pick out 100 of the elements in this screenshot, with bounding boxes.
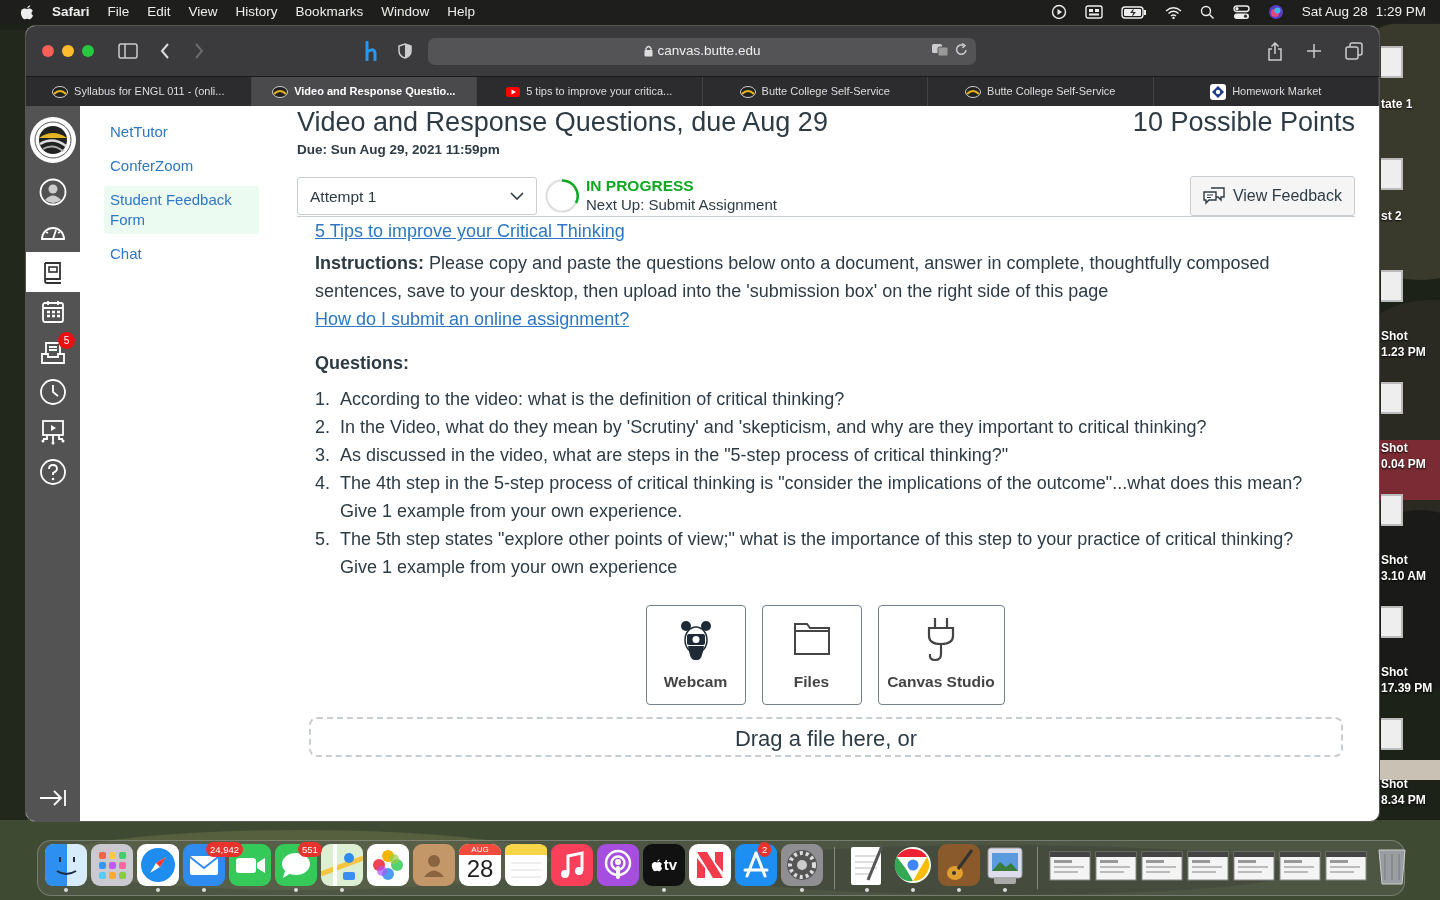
toggle-icon[interactable] bbox=[1232, 4, 1250, 20]
points-label: 10 Possible Points bbox=[1132, 106, 1355, 138]
video-link[interactable]: 5 Tips to improve your Critical Thinking bbox=[315, 217, 625, 246]
browser-tab[interactable]: 5 tips to improve your critica... bbox=[477, 77, 703, 106]
calendar-icon bbox=[39, 298, 67, 326]
help-icon bbox=[39, 458, 67, 486]
course-nav-link[interactable]: Student Feedback Form bbox=[104, 186, 259, 234]
compass-icon[interactable] bbox=[137, 844, 179, 886]
menu-item[interactable]: Window bbox=[381, 1, 430, 23]
file-thumbnail[interactable] bbox=[1381, 382, 1403, 414]
battery-icon[interactable] bbox=[1120, 5, 1147, 19]
music-note-icon[interactable] bbox=[551, 844, 593, 886]
file-label[interactable]: Shot 17.39 PM bbox=[1381, 664, 1433, 696]
file-label[interactable]: st 2 bbox=[1381, 208, 1402, 224]
apple-icon[interactable] bbox=[20, 4, 34, 20]
app-store-icon[interactable] bbox=[735, 844, 777, 886]
course-nav-link[interactable]: NetTutor bbox=[104, 118, 259, 146]
file-thumbnail[interactable] bbox=[1381, 46, 1403, 78]
zoom-button[interactable] bbox=[82, 45, 94, 57]
help-link[interactable]: How do I submit an online assignment? bbox=[315, 309, 630, 330]
translate-icon[interactable] bbox=[931, 42, 949, 57]
menu-item[interactable]: Bookmarks bbox=[295, 1, 364, 23]
upload-option-button[interactable]: Canvas Studio bbox=[877, 605, 1005, 706]
guitar-icon[interactable] bbox=[938, 844, 980, 886]
menu-item[interactable]: History bbox=[235, 1, 278, 23]
sunrise-icon bbox=[965, 85, 982, 98]
view-feedback-button[interactable]: View Feedback bbox=[1189, 176, 1355, 217]
course-nav-link[interactable]: Chat bbox=[104, 240, 259, 268]
browser-tab[interactable]: Butte College Self-Service bbox=[702, 77, 928, 106]
orb-icon[interactable] bbox=[1267, 4, 1284, 20]
notification-badge: 5 bbox=[58, 332, 75, 349]
attempt-dropdown[interactable]: Attempt 1 bbox=[297, 177, 537, 216]
photo-viewer-icon[interactable] bbox=[984, 844, 1026, 886]
file-thumbnail[interactable] bbox=[1381, 270, 1403, 302]
browser-tab[interactable]: Homework Market bbox=[1153, 77, 1379, 106]
due-date: Due: Sun Aug 29, 2021 11:59pm bbox=[297, 141, 501, 159]
podcast-icon[interactable] bbox=[597, 844, 639, 886]
address-bar[interactable]: canvas.butte.edu bbox=[428, 37, 976, 65]
map-icon[interactable] bbox=[321, 844, 363, 886]
back-button[interactable] bbox=[160, 43, 170, 59]
app-menu[interactable]: Safari bbox=[52, 1, 90, 23]
question-text: The 4th step in the 5-step process of critical thinking is "consider the implications of the outcome"...what does this mean? Give 1 example from your own experience. bbox=[340, 472, 1304, 524]
browser-tab[interactable]: Butte College Self-Service bbox=[928, 77, 1154, 106]
upload-option-button[interactable]: Webcam bbox=[645, 605, 746, 706]
apple-icon bbox=[650, 858, 663, 872]
file-thumbnail[interactable] bbox=[1381, 718, 1403, 750]
nav-item[interactable]: 5 bbox=[26, 332, 80, 372]
new-tab-icon[interactable] bbox=[1307, 44, 1321, 58]
share-icon[interactable] bbox=[1267, 41, 1283, 61]
display-icon[interactable] bbox=[1084, 5, 1103, 19]
ring-icon[interactable] bbox=[892, 844, 934, 886]
status-label: IN PROGRESS bbox=[586, 177, 695, 196]
chat-bubbles-icon bbox=[1202, 187, 1225, 206]
assignment-title: Video and Response Questions, due Aug 29 bbox=[297, 106, 828, 138]
dropzone[interactable]: Drag a file here, or bbox=[309, 717, 1343, 758]
search-icon[interactable] bbox=[1199, 4, 1215, 20]
flower-icon[interactable] bbox=[367, 844, 409, 886]
sidebar-icon[interactable] bbox=[118, 43, 138, 59]
college-seal-icon[interactable] bbox=[29, 116, 77, 164]
menu-bar-time[interactable]: 1:29 PM bbox=[1375, 1, 1426, 23]
account-icon bbox=[39, 178, 67, 206]
file-thumbnail[interactable] bbox=[1381, 494, 1403, 526]
calendar-app-icon[interactable]: AUG 28 bbox=[459, 844, 501, 886]
chevron-down-icon bbox=[510, 192, 524, 201]
gear-icon[interactable] bbox=[781, 844, 823, 886]
play-icon[interactable] bbox=[1050, 4, 1067, 20]
list-number: 4. bbox=[315, 472, 331, 496]
close-button[interactable] bbox=[42, 45, 54, 57]
file-label[interactable]: Shot 3.10 AM bbox=[1381, 552, 1426, 584]
tab-overview-icon[interactable] bbox=[1345, 42, 1363, 60]
presentation-icon bbox=[39, 418, 67, 446]
next-up-text: Next Up: Submit Assignment bbox=[586, 195, 777, 216]
menu-item[interactable]: File bbox=[107, 1, 130, 23]
notepad-icon[interactable] bbox=[505, 844, 547, 886]
collapse-icon[interactable] bbox=[39, 789, 67, 807]
menu-item[interactable]: View bbox=[188, 1, 218, 23]
face-icon[interactable] bbox=[45, 844, 87, 886]
reload-icon[interactable] bbox=[955, 42, 968, 57]
menu-item[interactable]: Help bbox=[447, 1, 475, 23]
browser-tab[interactable]: Video and Response Questio... bbox=[251, 77, 477, 106]
tv-app-icon[interactable]: tv bbox=[643, 844, 685, 886]
grid-icon[interactable] bbox=[91, 844, 133, 886]
shield-icon[interactable] bbox=[398, 43, 412, 59]
minimize-button[interactable] bbox=[62, 45, 74, 57]
dropzone-text: Drag a file here, or bbox=[734, 725, 918, 754]
browser-tab[interactable]: Syllabus for ENGL 011 - (onli... bbox=[26, 77, 252, 106]
course-nav-link[interactable]: ConferZoom bbox=[104, 152, 259, 180]
file-thumbnail[interactable] bbox=[1381, 158, 1403, 190]
news-icon[interactable] bbox=[689, 844, 731, 886]
file-label[interactable]: Shot 8.34 PM bbox=[1381, 776, 1426, 808]
wifi-icon[interactable] bbox=[1164, 5, 1182, 19]
upload-option-button[interactable]: Files bbox=[761, 605, 862, 706]
menu-item[interactable]: Edit bbox=[147, 1, 171, 23]
nav-item[interactable] bbox=[26, 252, 80, 292]
file-thumbnail[interactable] bbox=[1381, 606, 1403, 638]
instructions-paragraph: Instructions: Please copy and paste the questions below onto a document, answer in complete, thoughtfully composed sentences, save to your desktop, then upload into the 'submission box' on the right side of this page How do I submit an online assignment? bbox=[315, 252, 1271, 332]
notification-badge: 24,942 bbox=[206, 842, 244, 857]
file-label[interactable]: tate 1 bbox=[1381, 96, 1413, 112]
file-label[interactable]: Shot 1.23 PM bbox=[1381, 328, 1426, 360]
menu-bar-date[interactable]: Sat Aug 28 bbox=[1301, 1, 1368, 23]
